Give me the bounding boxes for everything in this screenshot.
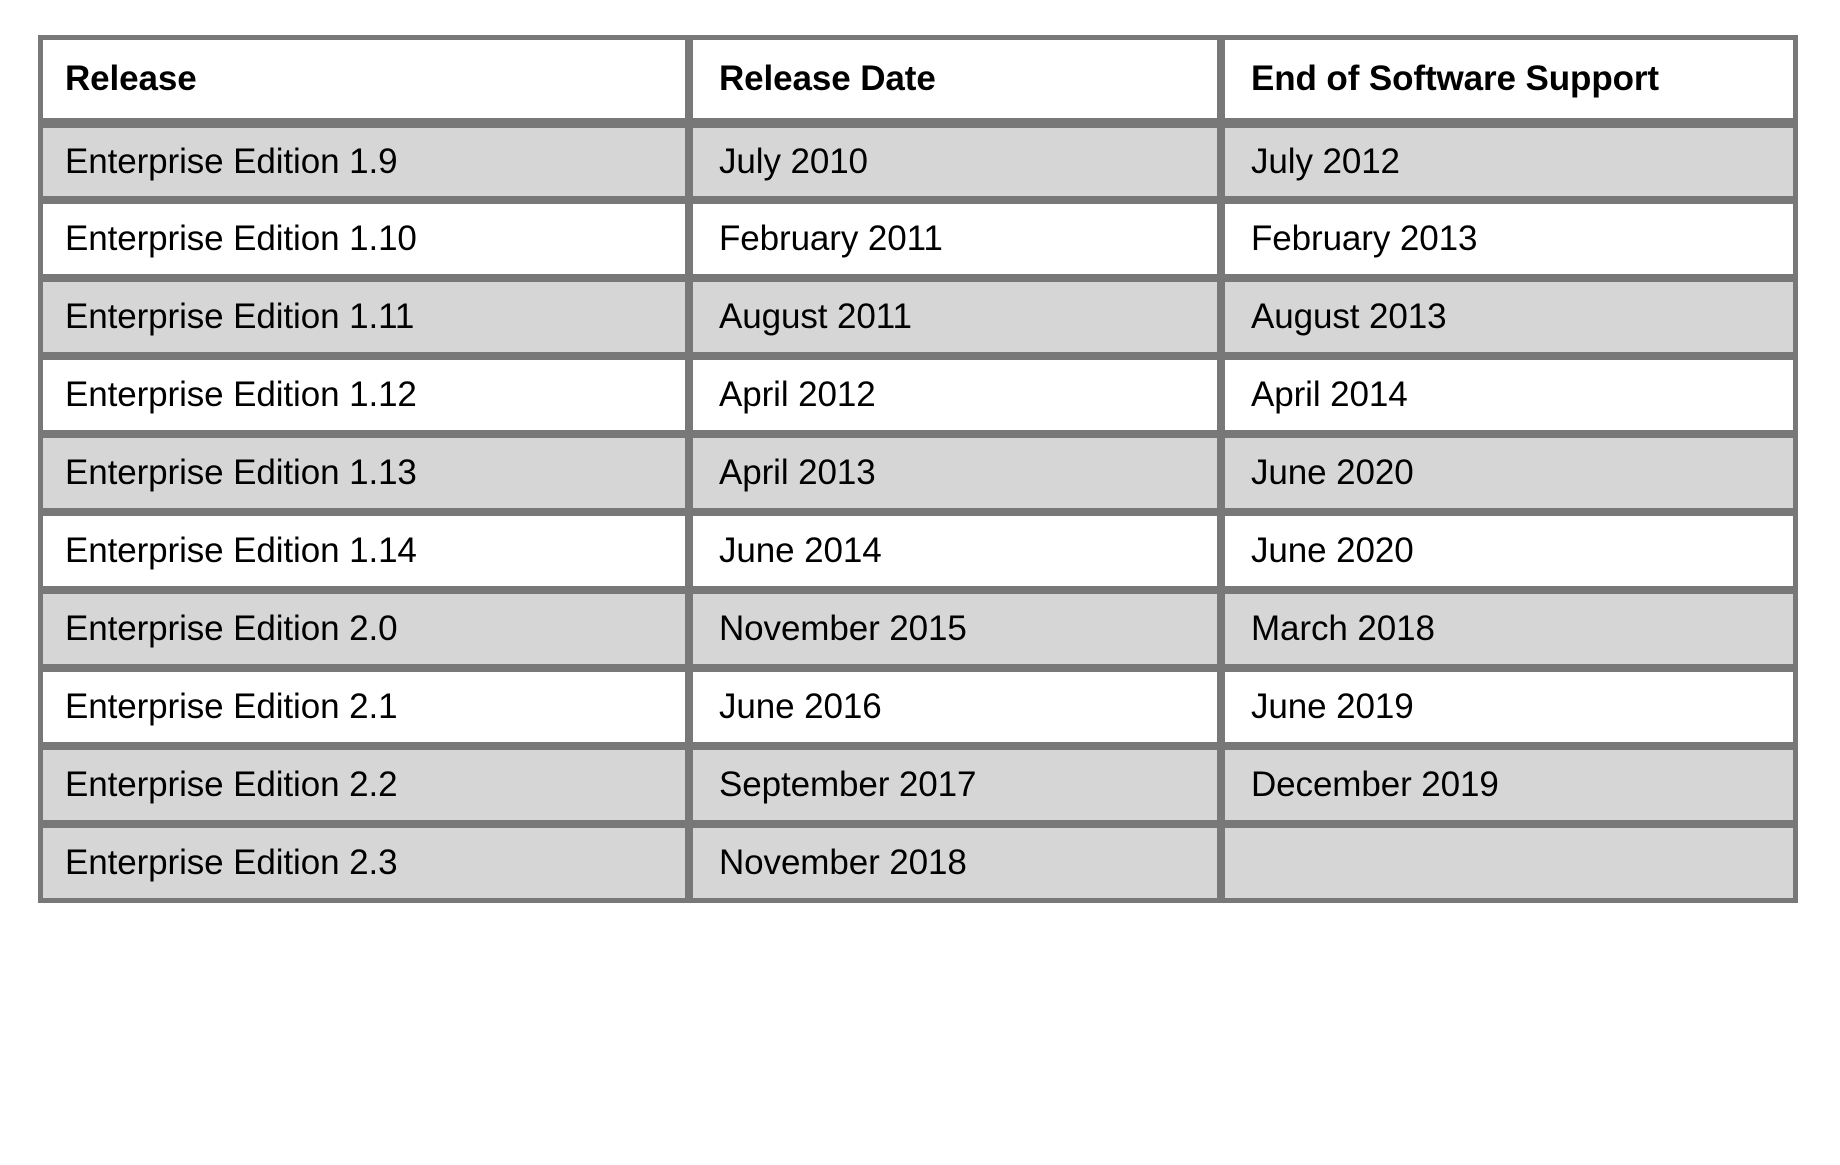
page-root: Release Release Date End of Software Sup…	[0, 0, 1840, 1165]
cell-release-date: August 2011	[690, 279, 1222, 357]
table-row: Enterprise Edition 1.12 April 2012 April 2…	[38, 357, 1798, 435]
table-body: Enterprise Edition 1.9 July 2010 July 2012…	[38, 123, 1798, 903]
table-row: Enterprise Edition 2.2 September 2017 Dece…	[38, 747, 1798, 825]
table-row: Enterprise Edition 2.3 November 2018	[38, 825, 1798, 903]
cell-end-of-support: June 2020	[1222, 435, 1798, 513]
release-support-table-container: Release Release Date End of Software Sup…	[38, 35, 1798, 903]
table-row: Enterprise Edition 1.11 August 2011 August…	[38, 279, 1798, 357]
cell-end-of-support: June 2019	[1222, 669, 1798, 747]
table-header: Release Release Date End of Software Sup…	[38, 35, 1798, 123]
cell-end-of-support	[1222, 825, 1798, 903]
column-header-release: Release	[38, 35, 690, 123]
cell-release-date: April 2012	[690, 357, 1222, 435]
table-row: Enterprise Edition 1.9 July 2010 July 2012	[38, 123, 1798, 201]
cell-release: Enterprise Edition 2.1	[38, 669, 690, 747]
cell-end-of-support: March 2018	[1222, 591, 1798, 669]
cell-release: Enterprise Edition 2.0	[38, 591, 690, 669]
cell-release: Enterprise Edition 1.13	[38, 435, 690, 513]
cell-release-date: June 2014	[690, 513, 1222, 591]
cell-end-of-support: February 2013	[1222, 201, 1798, 279]
cell-release: Enterprise Edition 2.3	[38, 825, 690, 903]
cell-release: Enterprise Edition 1.11	[38, 279, 690, 357]
cell-release-date: November 2018	[690, 825, 1222, 903]
column-header-end-of-support: End of Software Support	[1222, 35, 1798, 123]
cell-release-date: September 2017	[690, 747, 1222, 825]
table-row: Enterprise Edition 2.1 June 2016 June 2019	[38, 669, 1798, 747]
table-header-row: Release Release Date End of Software Sup…	[38, 35, 1798, 123]
table-row: Enterprise Edition 1.14 June 2014 June 202…	[38, 513, 1798, 591]
cell-release-date: November 2015	[690, 591, 1222, 669]
cell-release: Enterprise Edition 1.14	[38, 513, 690, 591]
release-support-table: Release Release Date End of Software Sup…	[38, 35, 1798, 903]
cell-release: Enterprise Edition 2.2	[38, 747, 690, 825]
cell-release: Enterprise Edition 1.10	[38, 201, 690, 279]
cell-end-of-support: July 2012	[1222, 123, 1798, 201]
cell-release-date: June 2016	[690, 669, 1222, 747]
column-header-release-date: Release Date	[690, 35, 1222, 123]
cell-end-of-support: June 2020	[1222, 513, 1798, 591]
cell-end-of-support: December 2019	[1222, 747, 1798, 825]
cell-end-of-support: August 2013	[1222, 279, 1798, 357]
table-row: Enterprise Edition 2.0 November 2015 March…	[38, 591, 1798, 669]
cell-release: Enterprise Edition 1.9	[38, 123, 690, 201]
cell-release: Enterprise Edition 1.12	[38, 357, 690, 435]
cell-end-of-support: April 2014	[1222, 357, 1798, 435]
table-row: Enterprise Edition 1.13 April 2013 June 20…	[38, 435, 1798, 513]
table-row: Enterprise Edition 1.10 February 2011 Febr…	[38, 201, 1798, 279]
cell-release-date: April 2013	[690, 435, 1222, 513]
cell-release-date: February 2011	[690, 201, 1222, 279]
cell-release-date: July 2010	[690, 123, 1222, 201]
